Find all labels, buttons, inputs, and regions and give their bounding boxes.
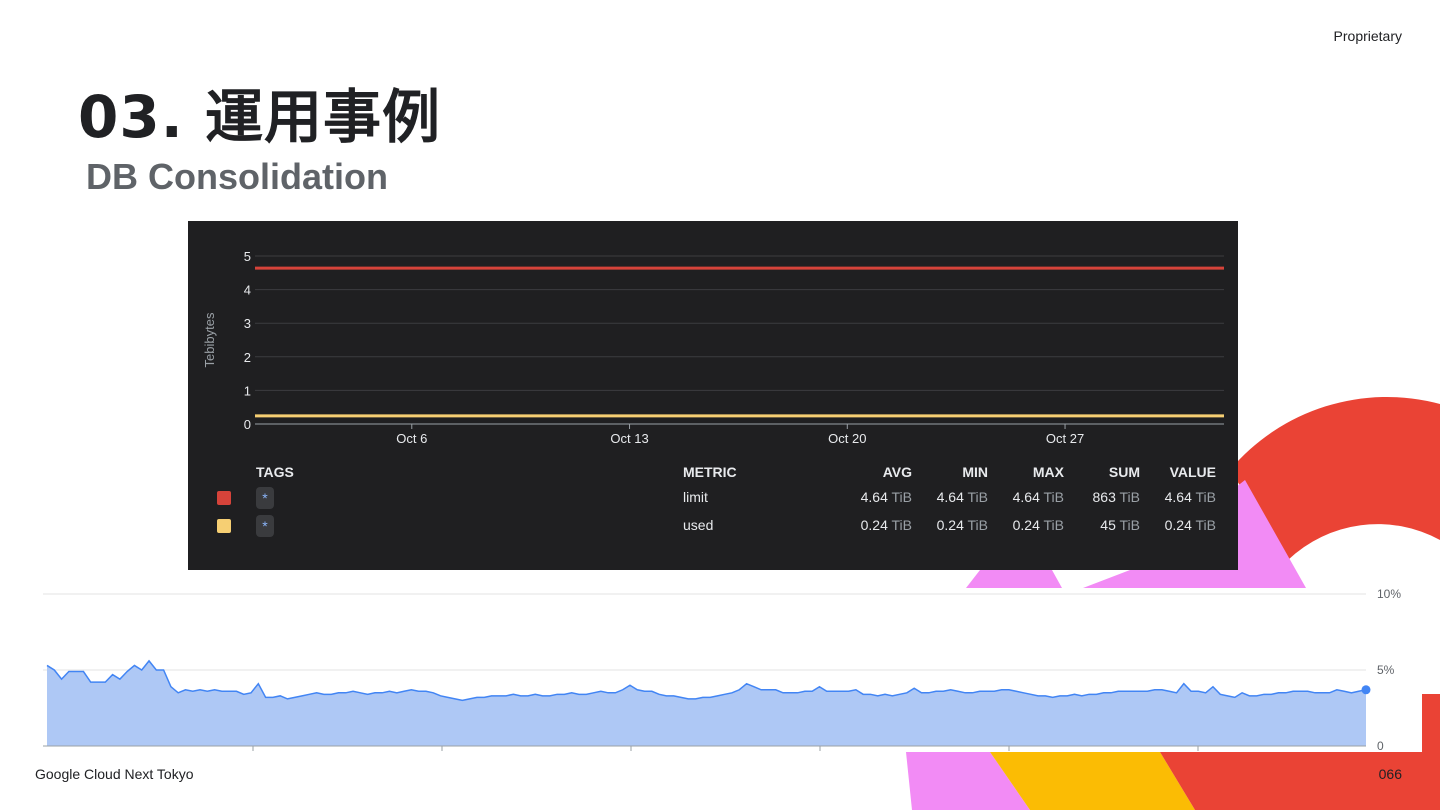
x-tick-label: Oct 27 bbox=[1046, 431, 1084, 446]
footer-event-name: Google Cloud Next Tokyo bbox=[35, 766, 194, 782]
sum-cell: 863 TiB bbox=[1092, 489, 1140, 505]
value-cell: 4.64 TiB bbox=[1164, 489, 1216, 505]
metric-name: limit bbox=[683, 489, 708, 505]
legend-row-limit[interactable]: * limit 4.64 TiB 4.64 TiB 4.64 TiB 863 T… bbox=[188, 487, 1238, 509]
x-tick-label: Oct 13 bbox=[610, 431, 648, 446]
x-tick-label: Oct 6 bbox=[396, 431, 427, 446]
x-tick-label: Oct 20 bbox=[828, 431, 866, 446]
legend-header-sum: SUM bbox=[1108, 464, 1140, 480]
proprietary-label: Proprietary bbox=[1333, 28, 1402, 44]
max-cell: 4.64 TiB bbox=[1012, 489, 1064, 505]
y-tick-label: 0 bbox=[1377, 739, 1384, 752]
tag-chip[interactable]: * bbox=[256, 515, 274, 537]
limit-swatch bbox=[217, 491, 231, 505]
min-cell: 0.24 TiB bbox=[936, 517, 988, 533]
legend-header-min: MIN bbox=[962, 464, 988, 480]
metric-name: used bbox=[683, 517, 714, 533]
y-tick-label: 0 bbox=[244, 417, 251, 432]
page-number: 066 bbox=[1378, 766, 1402, 782]
y-axis-label: Tebibytes bbox=[202, 312, 217, 367]
y-tick-label: 1 bbox=[244, 383, 251, 398]
value-cell: 0.24 TiB bbox=[1164, 517, 1216, 533]
legend-header-metric: METRIC bbox=[683, 464, 737, 480]
slide-subtitle: DB Consolidation bbox=[86, 156, 388, 197]
avg-cell: 0.24 TiB bbox=[860, 517, 912, 533]
utilization-area-chart: 0 5% 10% bbox=[43, 587, 1401, 752]
legend-header-max: MAX bbox=[1032, 464, 1064, 480]
avg-cell: 4.64 TiB bbox=[860, 489, 912, 505]
legend-header-avg: AVG bbox=[882, 464, 912, 480]
max-cell: 0.24 TiB bbox=[1012, 517, 1064, 533]
sum-cell: 45 TiB bbox=[1100, 517, 1140, 533]
storage-line-chart: 0 1 2 3 4 5 Tebibytes Oct 6 Oct 13 Oct 20 Oct 27 bbox=[202, 249, 1224, 446]
storage-chart-panel: 0 1 2 3 4 5 Tebibytes Oct 6 Oct 13 Oct 20 Oct 27 T… bbox=[188, 221, 1238, 570]
y-tick-label: 5 bbox=[244, 249, 251, 264]
legend-header-tags: TAGS bbox=[256, 464, 294, 480]
legend-row-used[interactable]: * used 0.24 TiB 0.24 TiB 0.24 TiB 45 TiB… bbox=[188, 515, 1238, 537]
y-tick-label: 5% bbox=[1377, 663, 1395, 677]
current-value-point bbox=[1361, 685, 1371, 695]
min-cell: 4.64 TiB bbox=[936, 489, 988, 505]
used-swatch bbox=[217, 519, 231, 533]
utilization-area bbox=[47, 660, 1366, 746]
slide-title: 03. 運用事例 bbox=[78, 83, 441, 151]
y-tick-label: 10% bbox=[1377, 587, 1401, 601]
y-tick-label: 2 bbox=[244, 350, 251, 365]
red-edge-shape bbox=[1422, 694, 1440, 810]
legend-header-value: VALUE bbox=[1169, 464, 1216, 480]
y-tick-label: 3 bbox=[244, 316, 251, 331]
tag-chip[interactable]: * bbox=[256, 487, 274, 509]
y-tick-label: 4 bbox=[244, 283, 251, 298]
